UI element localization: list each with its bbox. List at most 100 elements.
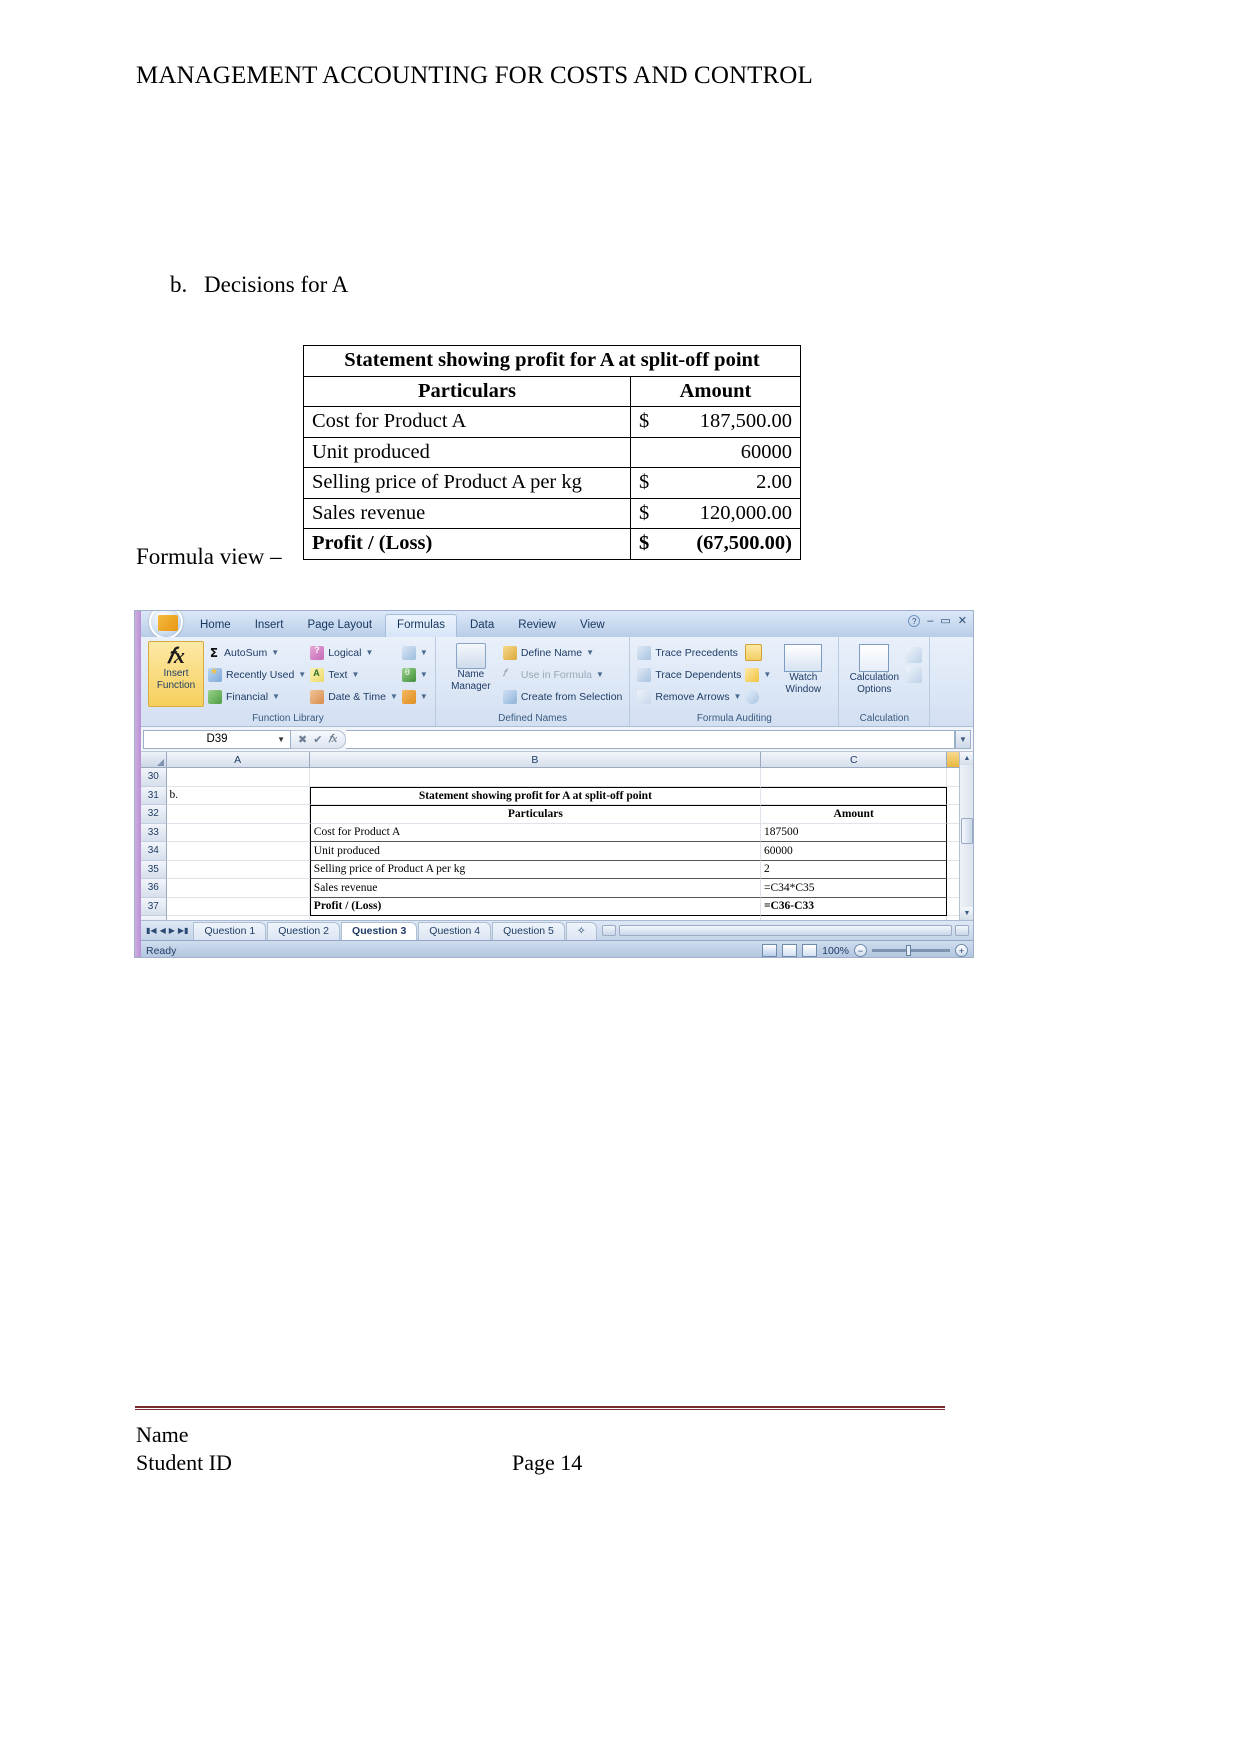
cell-c34[interactable]: 60000 xyxy=(760,842,948,861)
cell-a30[interactable] xyxy=(166,768,310,787)
chevron-down-icon[interactable]: ▼ xyxy=(763,670,771,679)
page-break-view-icon[interactable] xyxy=(802,944,818,957)
cell-a33[interactable] xyxy=(166,823,310,842)
trace-precedents-button[interactable]: Trace Precedents xyxy=(637,643,741,662)
sheet-tab-question-2[interactable]: Question 2 xyxy=(267,921,341,940)
calculate-sheet-icon[interactable] xyxy=(906,667,923,683)
date-time-button[interactable]: Date & Time ▼ xyxy=(310,687,398,706)
logical-button[interactable]: Logical ▼ xyxy=(310,643,398,662)
financial-button[interactable]: Financial ▼ xyxy=(208,687,306,706)
restore-icon[interactable]: ▭ xyxy=(940,615,950,627)
scroll-down-icon[interactable]: ▼ xyxy=(960,907,973,920)
row-header[interactable]: 32 xyxy=(141,805,167,824)
cell-b37[interactable]: Profit / (Loss) xyxy=(309,897,761,916)
insert-function-icon[interactable]: 𝑓x xyxy=(328,733,337,746)
sheet-tab-question-1[interactable]: Question 1 xyxy=(193,921,267,940)
enter-icon[interactable]: ✔ xyxy=(313,733,322,746)
chevron-down-icon[interactable]: ▼ xyxy=(351,670,359,679)
last-sheet-icon[interactable]: ▶▮ xyxy=(178,926,189,935)
cell-c35[interactable]: 2 xyxy=(760,860,948,879)
cell-c38[interactable] xyxy=(761,916,948,920)
recently-used-button[interactable]: Recently Used ▼ xyxy=(208,665,306,684)
prev-sheet-icon[interactable]: ◀ xyxy=(160,926,166,935)
evaluate-formula-button[interactable] xyxy=(745,687,771,706)
cell-a34[interactable] xyxy=(166,842,310,861)
name-box[interactable]: D39 ▼ xyxy=(143,729,291,749)
hscroll-right-icon[interactable] xyxy=(955,925,969,936)
row-header[interactable]: 34 xyxy=(141,842,167,861)
insert-worksheet-icon[interactable]: ✧ xyxy=(565,921,597,940)
column-header-a[interactable]: A xyxy=(167,752,310,767)
chevron-down-icon[interactable]: ▼ xyxy=(277,735,285,744)
row-header[interactable]: 35 xyxy=(141,860,167,879)
row-header[interactable]: 37 xyxy=(141,897,167,916)
sheet-nav-buttons[interactable]: ▮◀ ◀ ▶ ▶▮ xyxy=(141,926,193,935)
show-formulas-button[interactable] xyxy=(745,643,771,662)
vertical-scrollbar[interactable]: ▲ ▼ xyxy=(959,752,973,920)
cell-c32[interactable]: Amount xyxy=(760,805,948,824)
cell-c37[interactable]: =C36-C33 xyxy=(760,897,948,916)
tab-review[interactable]: Review xyxy=(507,615,567,637)
cell-a37[interactable] xyxy=(166,897,310,916)
chevron-down-icon[interactable]: ▼ xyxy=(390,692,398,701)
chevron-down-icon[interactable]: ▼ xyxy=(420,670,428,679)
tab-view[interactable]: View xyxy=(569,615,616,637)
hscroll-left-icon[interactable] xyxy=(601,925,616,936)
remove-arrows-button[interactable]: Remove Arrows ▼ xyxy=(637,687,741,706)
text-button[interactable]: Text ▼ xyxy=(310,665,398,684)
scroll-up-icon[interactable]: ▲ xyxy=(960,752,973,765)
chevron-down-icon[interactable]: ▼ xyxy=(420,692,428,701)
row-header[interactable]: 33 xyxy=(141,823,167,842)
zoom-out-icon[interactable]: − xyxy=(854,944,867,957)
trace-dependents-button[interactable]: Trace Dependents xyxy=(637,665,741,684)
tab-data[interactable]: Data xyxy=(459,615,505,637)
page-layout-view-icon[interactable] xyxy=(782,944,798,957)
calculate-now-icon[interactable] xyxy=(906,647,923,663)
cell-a35[interactable] xyxy=(166,860,310,879)
scrollbar-thumb[interactable] xyxy=(961,818,973,844)
cell-c36[interactable]: =C34*C35 xyxy=(760,879,948,898)
autosum-button[interactable]: Σ AutoSum ▼ xyxy=(208,643,306,662)
cell-b38[interactable] xyxy=(310,916,761,920)
cell-c33[interactable]: 187500 xyxy=(760,823,948,842)
create-from-selection-button[interactable]: Create from Selection xyxy=(502,687,622,706)
minimize-icon[interactable]: – xyxy=(927,615,933,627)
insert-function-button[interactable]: 𝑓x Insert Function xyxy=(148,641,204,707)
cell-c30[interactable] xyxy=(760,768,948,787)
row-header[interactable]: 36 xyxy=(141,879,167,898)
cell-a32[interactable] xyxy=(166,805,310,824)
cell-b30[interactable] xyxy=(309,768,761,787)
more-functions-button[interactable]: ▼ xyxy=(401,687,428,706)
column-header-c[interactable]: C xyxy=(761,752,948,767)
formula-input[interactable] xyxy=(346,729,955,749)
lookup-reference-button[interactable]: ▼ xyxy=(401,643,428,662)
row-header[interactable]: 30 xyxy=(141,768,167,787)
sheet-tab-question-3[interactable]: Question 3 xyxy=(341,921,418,940)
expand-formula-bar-icon[interactable]: ▼ xyxy=(955,729,971,749)
math-trig-button[interactable]: ▼ xyxy=(401,665,428,684)
normal-view-icon[interactable] xyxy=(762,944,778,957)
cell-b31[interactable]: Statement showing profit for A at split-… xyxy=(309,786,761,805)
cell-b35[interactable]: Selling price of Product A per kg xyxy=(309,860,761,879)
cell-b32[interactable]: Particulars xyxy=(309,805,761,824)
select-all-corner[interactable] xyxy=(141,752,167,767)
cell-c31[interactable] xyxy=(760,786,948,805)
zoom-slider[interactable] xyxy=(872,945,950,956)
chevron-down-icon[interactable]: ▼ xyxy=(272,692,280,701)
chevron-down-icon[interactable]: ▼ xyxy=(733,692,741,701)
chevron-down-icon[interactable]: ▼ xyxy=(365,648,373,657)
cell-b33[interactable]: Cost for Product A xyxy=(309,823,761,842)
sheet-tab-question-5[interactable]: Question 5 xyxy=(492,921,565,940)
define-name-button[interactable]: Define Name ▼ xyxy=(502,643,623,662)
tab-home[interactable]: Home xyxy=(189,615,242,637)
cancel-icon[interactable]: ✖ xyxy=(298,733,307,746)
cell-a38[interactable] xyxy=(167,916,310,920)
chevron-down-icon[interactable]: ▼ xyxy=(586,648,594,657)
cell-b34[interactable]: Unit produced xyxy=(309,842,761,861)
help-icon[interactable]: ? xyxy=(908,615,921,627)
row-header[interactable]: 31 xyxy=(141,786,167,805)
error-checking-button[interactable]: ▼ xyxy=(745,665,771,684)
zoom-slider-knob[interactable] xyxy=(906,945,911,956)
cell-a36[interactable] xyxy=(166,879,310,898)
cell-b36[interactable]: Sales revenue xyxy=(309,879,761,898)
